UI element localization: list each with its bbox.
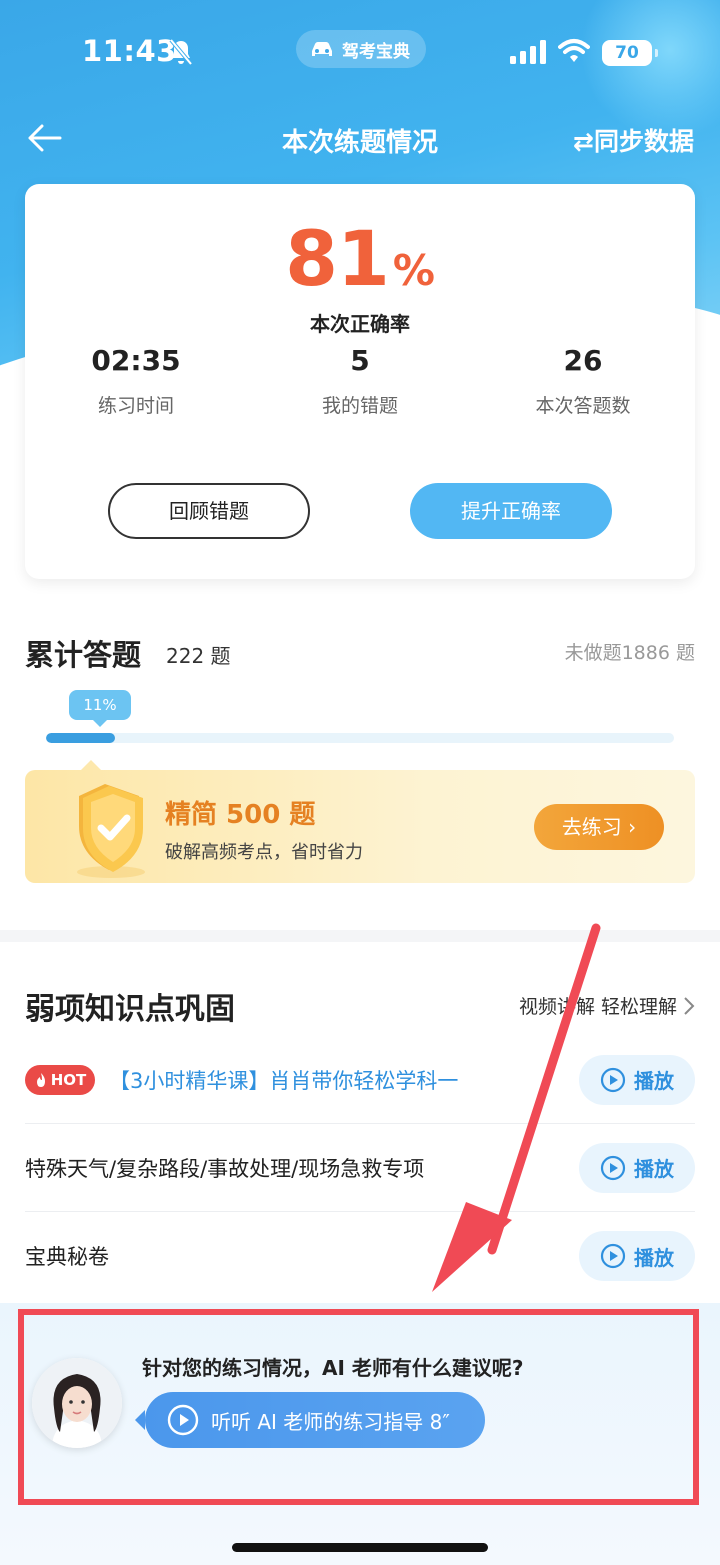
weak-points-title: 弱项知识点巩固 bbox=[25, 992, 235, 1027]
review-mistakes-button[interactable]: 回顾错题 bbox=[108, 483, 310, 539]
stat-label: 练习时间 bbox=[97, 395, 174, 417]
section-divider bbox=[0, 930, 720, 942]
cumulative-title: 累计答题 bbox=[25, 638, 142, 672]
list-item[interactable]: 特殊天气/复杂路段/事故处理/现场急救专项 播放 bbox=[25, 1124, 695, 1212]
play-circle-icon bbox=[600, 1155, 626, 1180]
stat-label: 本次答题数 bbox=[535, 395, 631, 417]
stat-value: 02:35 bbox=[91, 344, 181, 377]
play-label: 播放 bbox=[634, 1245, 674, 1270]
sync-data-label: ⇄同步数据 bbox=[573, 127, 694, 156]
promo-subtitle: 破解高频考点，省时省力 bbox=[165, 842, 363, 863]
undone-count: 未做题1886 题 bbox=[564, 642, 695, 664]
play-circle-icon bbox=[600, 1067, 626, 1092]
status-time: 11:43 bbox=[82, 34, 177, 68]
practice-summary-card: 81% 本次正确率 02:35 练习时间 5 我的错题 26 本次答题数 回顾错… bbox=[25, 184, 695, 579]
car-icon bbox=[312, 42, 332, 56]
stat-wrong-answers[interactable]: 5 我的错题 bbox=[250, 344, 470, 418]
play-button[interactable]: 播放 bbox=[579, 1231, 695, 1281]
accuracy-label: 本次正确率 bbox=[310, 312, 410, 336]
chevron-right-icon: › bbox=[628, 815, 637, 839]
progress-fill bbox=[46, 733, 116, 743]
accuracy-value: 81 bbox=[285, 214, 390, 303]
list-item-label: 宝典秘卷 bbox=[25, 1245, 109, 1269]
wifi-icon bbox=[558, 39, 590, 62]
app-source-pill[interactable]: 驾考宝典 bbox=[296, 30, 426, 68]
hot-badge: HOT bbox=[25, 1064, 95, 1095]
promo-title: 精简 500 题 bbox=[165, 800, 316, 830]
app-name: 驾考宝典 bbox=[342, 41, 410, 62]
cumulative-progress-bar bbox=[46, 733, 674, 743]
flame-icon bbox=[36, 1072, 45, 1087]
play-button[interactable]: 播放 bbox=[579, 1054, 695, 1105]
go-practice-button[interactable]: 去练习 › bbox=[534, 804, 664, 850]
status-bar: 11:43 驾考宝典 70 bbox=[0, 0, 720, 100]
home-indicator bbox=[232, 1543, 488, 1552]
bell-muted-icon bbox=[169, 38, 193, 66]
sync-data-button[interactable]: ⇄同步数据 bbox=[573, 122, 694, 158]
cumulative-count: 222 题 bbox=[166, 644, 231, 668]
video-explain-label: 视频讲解 轻松理解 bbox=[518, 996, 677, 1018]
play-circle-icon bbox=[600, 1243, 626, 1269]
list-item-label: 特殊天气/复杂路段/事故处理/现场急救专项 bbox=[25, 1156, 425, 1181]
shield-check-icon bbox=[77, 784, 145, 878]
hot-badge-label: HOT bbox=[50, 1070, 87, 1089]
battery-indicator: 70 bbox=[602, 40, 658, 66]
accuracy-unit: % bbox=[392, 246, 435, 295]
list-item[interactable]: HOT 【3小时精华课】肖肖带你轻松学科一 播放 bbox=[25, 1036, 695, 1124]
improve-accuracy-button[interactable]: 提升正确率 bbox=[410, 483, 612, 539]
list-item-label: 【3小时精华课】肖肖带你轻松学科一 bbox=[109, 1068, 459, 1093]
stat-value: 5 bbox=[350, 344, 370, 377]
list-item[interactable]: 宝典秘卷 播放 bbox=[25, 1212, 695, 1300]
cellular-signal-icon bbox=[510, 40, 546, 64]
go-practice-label: 去练习 bbox=[561, 815, 622, 839]
highlight-frame bbox=[18, 1309, 699, 1505]
accuracy-display: 81% bbox=[25, 214, 695, 303]
stat-practice-time: 02:35 练习时间 bbox=[26, 344, 246, 418]
stat-value: 26 bbox=[563, 344, 603, 377]
play-button[interactable]: 播放 bbox=[579, 1142, 695, 1193]
stat-label: 我的错题 bbox=[321, 395, 398, 417]
video-explain-link[interactable]: 视频讲解 轻松理解 bbox=[519, 992, 695, 1019]
promo-banner[interactable]: 精简 500 题 破解高频考点，省时省力 去练习 › bbox=[25, 760, 695, 883]
play-label: 播放 bbox=[634, 1157, 674, 1181]
chevron-right-icon bbox=[684, 996, 695, 1015]
stat-answered-count: 26 本次答题数 bbox=[473, 344, 693, 418]
progress-tooltip: 11% bbox=[69, 690, 131, 727]
play-label: 播放 bbox=[634, 1069, 674, 1093]
